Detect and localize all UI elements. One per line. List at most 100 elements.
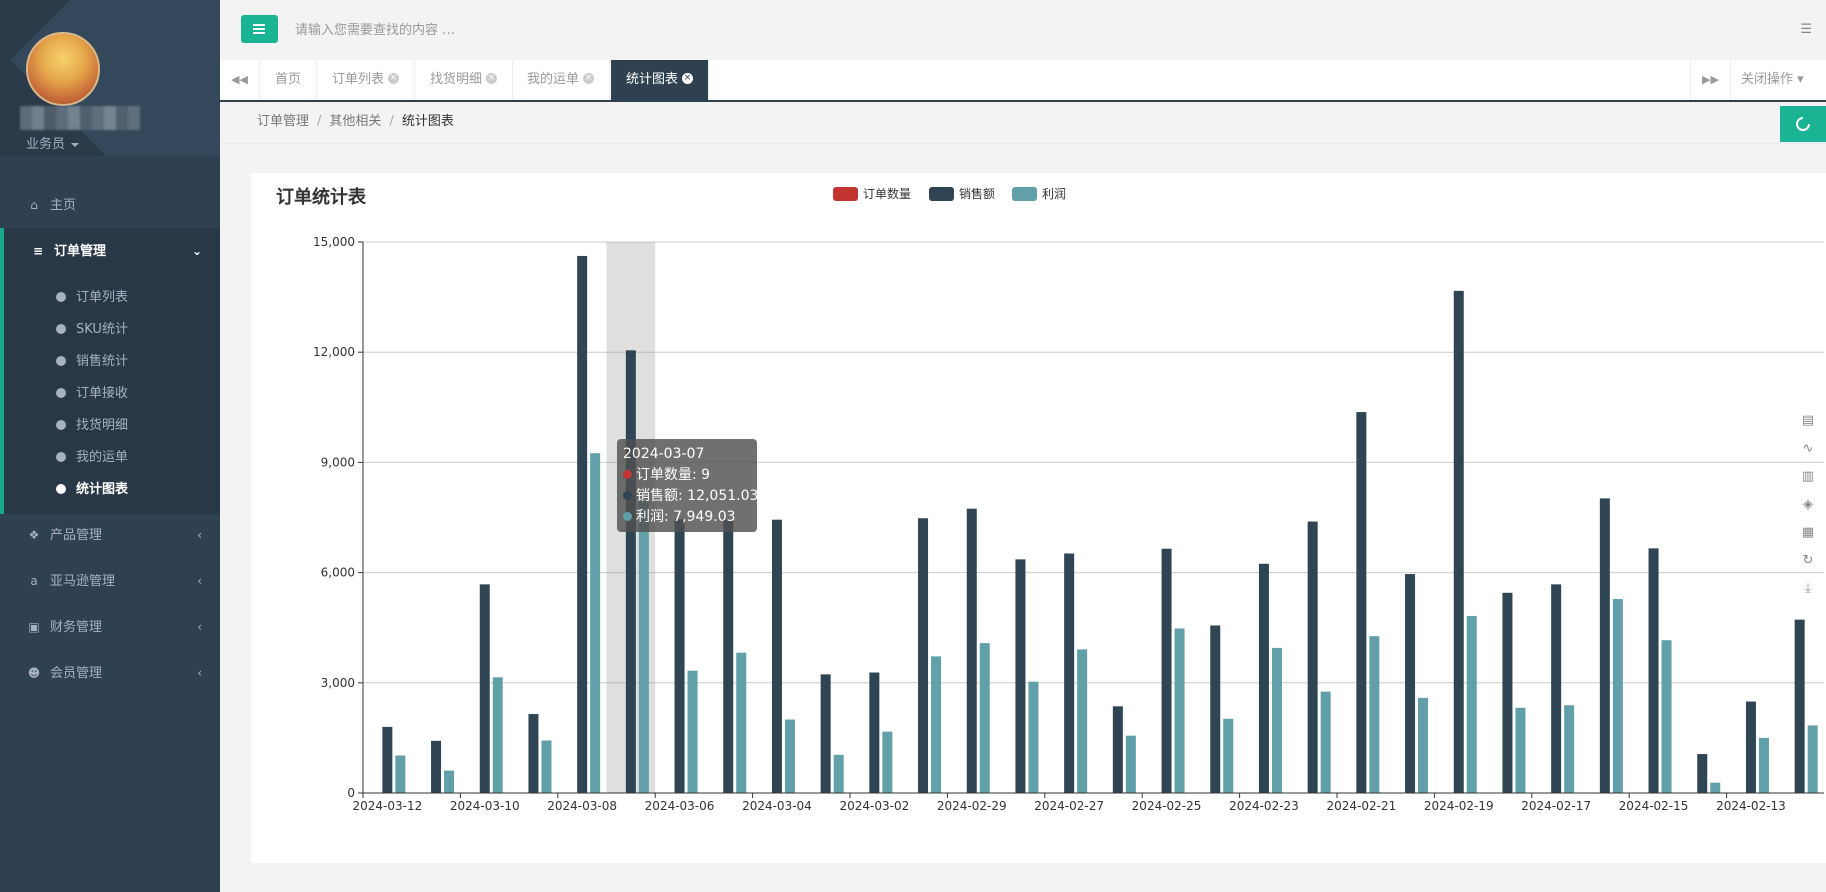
legend-label: 销售额 <box>959 186 995 201</box>
tiled-icon[interactable]: ▦ <box>1796 525 1820 553</box>
submenu-item-sourcing-detail[interactable]: 找货明细 <box>56 410 128 442</box>
search-input[interactable] <box>295 18 695 42</box>
tab-label: 统计图表 <box>626 72 679 87</box>
close-icon[interactable]: × <box>682 73 694 84</box>
submenu-label: 订单列表 <box>76 290 129 305</box>
tab-order-list[interactable]: 订单列表 × <box>317 60 416 100</box>
sidebar-item-home[interactable]: ⌂ 主页 <box>0 182 220 228</box>
bar-profit <box>1028 681 1039 793</box>
bar-sales <box>1551 584 1562 793</box>
bar-sales <box>1697 754 1708 793</box>
bar-profit <box>1418 697 1429 793</box>
bar-sales <box>1502 592 1513 793</box>
bar-profit <box>979 643 990 793</box>
legend-label: 利润 <box>1042 187 1066 201</box>
list-icon: ≡ <box>32 244 44 258</box>
submenu-item-order-list[interactable]: 订单列表 <box>56 282 128 314</box>
bar-profit <box>1612 599 1623 793</box>
close-icon[interactable]: × <box>583 73 595 84</box>
close-icon[interactable]: × <box>486 73 498 84</box>
tooltip-text: 订单数量: 9 <box>636 467 711 483</box>
breadcrumb-bar: 订单管理 / 其他相关 / 统计图表 <box>220 104 1826 144</box>
restore-icon[interactable]: ↻ <box>1796 553 1820 581</box>
circle-arrow-icon <box>56 483 66 494</box>
submenu-item-sales-stats[interactable]: 销售统计 <box>56 346 128 378</box>
x-tick-label: 2024-02-25 <box>1132 799 1202 813</box>
x-tick-label: 2024-03-06 <box>645 799 715 813</box>
tooltip-date: 2024-03-07 <box>623 446 705 462</box>
breadcrumb-item[interactable]: 其他相关 <box>329 114 381 129</box>
sidebar-item-member-management[interactable]: ☻ 会员管理 ‹ <box>0 650 220 696</box>
x-tick-label: 2024-03-04 <box>742 799 812 813</box>
tooltip-row-profit: 利润: 7,949.03 <box>623 507 751 528</box>
tab-my-waybill[interactable]: 我的运单 × <box>512 60 611 100</box>
bar-profit <box>736 652 747 793</box>
top-right-menu-icon[interactable]: ☰ <box>1800 22 1812 37</box>
sidebar-item-label: 主页 <box>50 198 77 213</box>
line-chart-icon[interactable]: ∿ <box>1796 441 1820 469</box>
bar-sales <box>869 672 880 793</box>
sidebar-item-product-management[interactable]: ❖ 产品管理 ‹ <box>0 512 220 558</box>
bar-profit <box>395 755 406 793</box>
y-tick-label: 12,000 <box>313 345 355 359</box>
tooltip-row-sales: 销售额: 12,051.03 <box>623 486 758 507</box>
refresh-icon <box>1796 117 1810 131</box>
sidebar-item-finance-management[interactable]: ▣ 财务管理 ‹ <box>0 604 220 650</box>
tab-stats-chart[interactable]: 统计图表 × <box>611 60 710 100</box>
chart-panel: 订单统计表 订单数量 销售额 利润 0 3,000 6,000 9,000 12,000 15,… <box>251 173 1826 863</box>
avatar[interactable] <box>26 32 100 106</box>
legend-label: 订单数量 <box>863 186 911 201</box>
data-view-icon[interactable]: ▤ <box>1796 413 1820 441</box>
x-tick-label: 2024-02-15 <box>1619 799 1689 813</box>
tab-scroll-left-button[interactable]: ◀◀ <box>220 60 260 100</box>
submenu-label: 销售统计 <box>76 354 129 369</box>
bar-chart-icon[interactable]: ▥ <box>1796 469 1820 497</box>
x-tick-label: 2024-02-23 <box>1229 799 1299 813</box>
save-image-icon[interactable]: ⤓ <box>1796 581 1820 609</box>
circle-arrow-icon <box>56 355 66 366</box>
bar-profit <box>1320 691 1331 793</box>
bar-sales <box>1307 521 1318 793</box>
bar-profit <box>1661 640 1672 793</box>
menu-toggle-button[interactable] <box>241 15 278 43</box>
bar-profit <box>784 719 795 793</box>
tab-label: 首页 <box>275 72 302 87</box>
bar-profit <box>1807 725 1818 793</box>
role-dropdown[interactable]: 业务员 <box>26 133 80 152</box>
submenu-item-my-waybill[interactable]: 我的运单 <box>56 442 128 474</box>
bar-profit <box>1125 735 1136 793</box>
submenu-label: 订单接收 <box>76 386 129 401</box>
refresh-button[interactable] <box>1780 106 1826 142</box>
stack-icon[interactable]: ◈ <box>1796 497 1820 525</box>
sidebar-item-label: 会员管理 <box>50 666 103 681</box>
circle-arrow-icon <box>56 451 66 462</box>
x-tick-label: 2024-02-17 <box>1521 799 1591 813</box>
submenu-item-order-receive[interactable]: 订单接收 <box>56 378 128 410</box>
submenu-item-stats-chart[interactable]: 统计图表 <box>56 474 128 506</box>
bar-profit <box>1466 615 1477 793</box>
x-tick-label: 2024-02-29 <box>937 799 1007 813</box>
bar-sales <box>674 519 685 793</box>
tab-sourcing-detail[interactable]: 找货明细 × <box>415 60 514 100</box>
sidebar-item-order-management[interactable]: ≡ 订单管理 ⌄ <box>0 228 220 274</box>
tab-scroll-right-button[interactable]: ▶▶ <box>1690 60 1730 100</box>
bar-profit <box>931 656 942 793</box>
tab-home[interactable]: 首页 <box>260 60 318 100</box>
submenu-item-sku-stats[interactable]: SKU统计 <box>56 314 128 346</box>
bar-sales <box>1064 553 1075 793</box>
bar-sales <box>1453 290 1464 793</box>
legend-dot <box>623 511 632 521</box>
bar-sales <box>771 519 782 793</box>
close-icon[interactable]: × <box>388 73 400 84</box>
breadcrumb-item[interactable]: 订单管理 <box>257 114 309 129</box>
bar-sales <box>1599 498 1610 793</box>
sidebar-item-amazon-management[interactable]: a 亚马逊管理 ‹ <box>0 558 220 604</box>
caret-down-icon <box>71 142 80 147</box>
bar-profit <box>638 501 649 793</box>
blurred-username <box>20 106 140 130</box>
tab-label: 订单列表 <box>332 72 385 87</box>
bar-profit <box>1369 636 1380 793</box>
x-tick-label: 2024-02-27 <box>1034 799 1104 813</box>
close-operations-dropdown[interactable]: 关闭操作 ▾ <box>1730 60 1826 100</box>
circle-arrow-icon <box>56 387 66 398</box>
